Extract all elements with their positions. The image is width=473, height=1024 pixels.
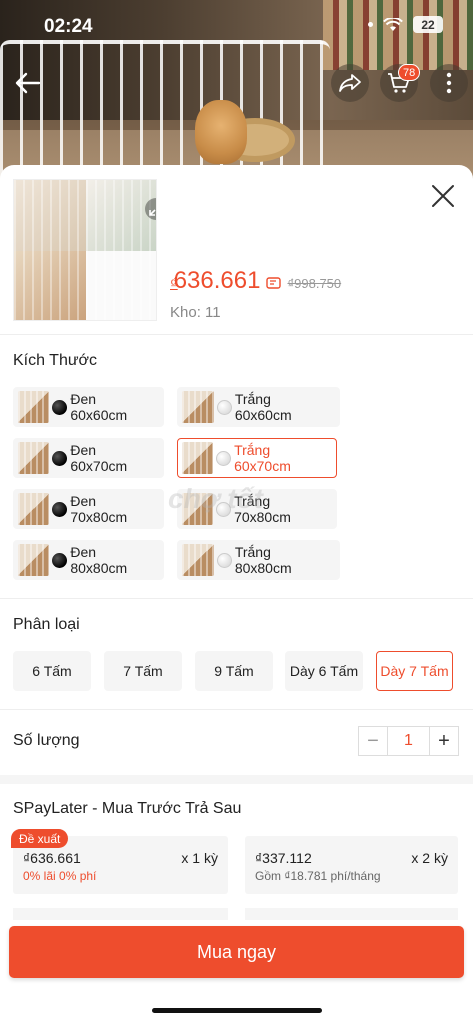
option-thumbnail [18,442,50,474]
size-option-label: Đen 60x70cm [70,442,128,474]
size-option-label: Đen 60x60cm [70,391,128,423]
paylater-plan-4-peek [245,908,458,920]
type-option[interactable]: 6 Tấm [13,651,91,691]
photo-fence [0,40,330,180]
watermark-logo: chợ tốt [168,483,264,514]
type-section-title: Phân loại [13,616,80,633]
signal-dot-icon [368,22,373,27]
status-time: 02:24 [44,16,93,37]
black-circle-icon [52,399,68,415]
recommended-badge: Đề xuất [11,829,69,848]
black-circle-icon [52,501,68,517]
option-thumbnail [182,544,214,576]
status-bar: 02:24 22 [0,0,473,54]
product-thumbnail[interactable] [13,179,157,321]
paylater-title: SPayLater - Mua Trước Trả Sau [13,800,242,817]
original-price: ₫998.750 [287,276,342,291]
product-price: ₫636.661 ₫998.750 [170,267,341,295]
status-icons: 22 [368,16,443,33]
buy-now-button[interactable]: Mua ngay [9,926,464,978]
divider [0,598,473,599]
paylater-plan-2[interactable]: ₫337.112 x 2 kỳ Gồm ₫18.781 phí/tháng [245,836,458,894]
increase-quantity-button[interactable]: + [429,727,458,755]
type-option[interactable]: Dày 7 Tấm [376,651,453,691]
size-option[interactable]: Trắng 60x60cm [177,387,340,427]
decrease-quantity-button[interactable]: − [359,727,388,755]
size-option-label: Trắng 60x60cm [234,391,292,423]
size-option-label: Trắng 60x70cm [234,442,291,474]
paylater-plan-3-peek [13,908,228,920]
divider [0,334,473,335]
battery-icon: 22 [413,16,443,33]
section-gap [0,775,473,784]
quantity-label: Số lượng [13,732,80,749]
type-option[interactable]: 9 Tấm [195,651,273,691]
size-option[interactable]: Đen 60x60cm [13,387,164,427]
option-thumbnail [182,391,214,423]
stock-count: Kho: 11 [170,304,221,321]
photo-dog [195,100,247,164]
close-icon [432,185,454,207]
size-section-title: Kích Thước [13,352,98,369]
close-button[interactable] [428,181,458,211]
quantity-value[interactable]: 1 [388,727,429,755]
divider [0,709,473,710]
option-thumbnail [18,391,50,423]
more-button[interactable] [430,64,468,102]
size-option-label: Đen 80x80cm [70,544,128,576]
black-circle-icon [52,450,68,466]
option-thumbnail [18,493,50,525]
plan-note: Gồm ₫18.781 phí/tháng [255,869,381,883]
size-option-label: Trắng 80x80cm [234,544,292,576]
black-circle-icon [52,552,68,568]
more-vertical-icon [446,72,452,94]
home-indicator [152,1008,322,1013]
option-thumbnail [18,544,50,576]
share-button[interactable] [331,64,369,102]
arrow-left-icon [15,72,41,94]
white-circle-icon [216,399,232,415]
size-option[interactable]: Trắng 60x70cm [177,438,337,478]
type-option[interactable]: 7 Tấm [104,651,182,691]
price-value: 636.661 [173,267,261,294]
plan-amount: ₫636.661 [23,850,81,866]
white-circle-icon [216,450,232,466]
type-option[interactable]: Dày 6 Tấm [285,651,363,691]
plan-term: x 2 kỳ [411,850,448,866]
size-option[interactable]: Đen 60x70cm [13,438,164,478]
variant-selector-sheet: ₫636.661 ₫998.750 Kho: 11 Kích Thước Đen… [0,165,473,1024]
quantity-stepper: − 1 + [358,726,459,756]
plan-term: x 1 kỳ [181,850,218,866]
plan-amount: ₫337.112 [255,850,312,866]
size-option-label: Đen 70x80cm [70,493,128,525]
white-circle-icon [216,552,232,568]
share-icon [339,74,361,92]
option-thumbnail [182,442,214,474]
voucher-tag-icon [266,268,282,289]
back-button[interactable] [12,66,46,100]
wifi-icon [383,16,403,32]
size-option[interactable]: Trắng 80x80cm [177,540,340,580]
size-option[interactable]: Đen 70x80cm [13,489,164,529]
size-option[interactable]: Đen 80x80cm [13,540,164,580]
cart-count-badge: 78 [398,64,421,81]
plan-note: 0% lãi 0% phí [23,869,97,883]
